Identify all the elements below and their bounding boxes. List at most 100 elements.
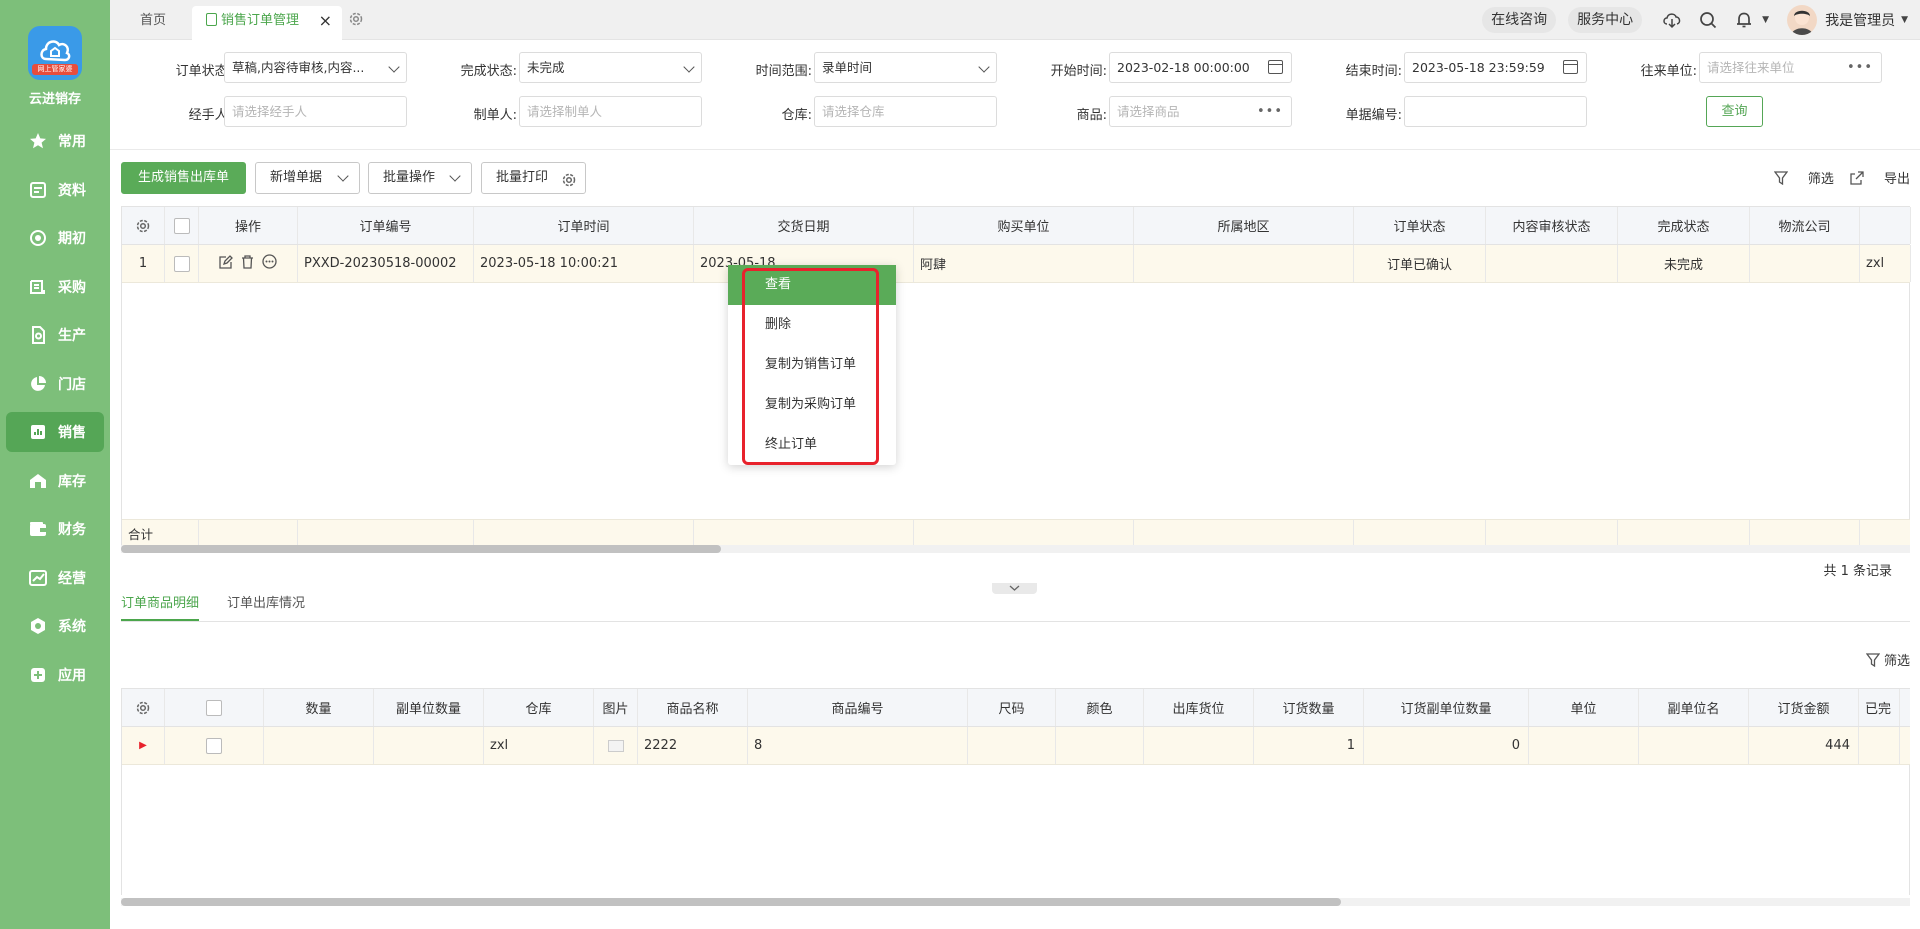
tab-home[interactable]: 首页 [140, 6, 166, 40]
query-button[interactable]: 查询 [1706, 96, 1763, 127]
header-buyer[interactable]: 购买单位 [914, 207, 1134, 244]
batch-print-button[interactable]: 批量打印 [481, 162, 586, 194]
edit-icon[interactable] [219, 254, 233, 273]
table-row[interactable]: 1 PXXD-20230518-00002 2023-05-18 10:00:2… [122, 245, 1911, 283]
print-settings-gear-icon[interactable] [561, 170, 577, 200]
header-completed[interactable]: 已完 [1859, 689, 1900, 726]
header-outbound-location[interactable]: 出库货位 [1144, 689, 1254, 726]
maker-input[interactable]: 请选择制单人 [519, 96, 702, 127]
detail-table-row[interactable]: ▶ zxl 2222 8 1 0 444 [122, 727, 1910, 765]
header-delivery-date[interactable]: 交货日期 [694, 207, 914, 244]
header-unit[interactable]: 单位 [1529, 689, 1639, 726]
more-options-icon[interactable] [262, 254, 277, 273]
sidebar-item-common[interactable]: 常用 [6, 121, 104, 161]
sidebar-item-store[interactable]: 门店 [6, 364, 104, 404]
cell-warehouse[interactable]: zxl [484, 727, 594, 764]
handler-input[interactable]: 请选择经手人 [224, 96, 407, 127]
cloud-download-icon[interactable] [1661, 9, 1683, 31]
calendar-icon[interactable] [1268, 60, 1283, 74]
generate-outbound-button[interactable]: 生成销售出库单 [121, 162, 246, 194]
new-bill-dropdown[interactable]: 新增单据 [255, 162, 360, 194]
tab-settings-gear-icon[interactable] [348, 9, 364, 43]
goods-input[interactable]: 请选择商品 ••• [1109, 96, 1292, 127]
header-order-time[interactable]: 订单时间 [474, 207, 694, 244]
header-region[interactable]: 所属地区 [1134, 207, 1354, 244]
detail-horizontal-scrollbar[interactable] [121, 898, 1910, 906]
header-color[interactable]: 颜色 [1056, 689, 1144, 726]
more-dots-icon[interactable]: ••• [1847, 53, 1873, 82]
header-audit-status[interactable]: 内容审核状态 [1486, 207, 1618, 244]
sidebar-item-data[interactable]: 资料 [6, 170, 104, 210]
select-all-checkbox[interactable] [165, 207, 199, 244]
calendar-icon[interactable] [1563, 60, 1578, 74]
search-icon[interactable] [1697, 9, 1719, 31]
start-time-input[interactable]: 2023-02-18 00:00:00 [1109, 52, 1292, 83]
scrollbar-thumb[interactable] [121, 898, 1341, 906]
bill-no-input[interactable] [1404, 96, 1587, 127]
checkbox[interactable] [206, 699, 222, 716]
header-warehouse[interactable]: 仓库 [484, 689, 594, 726]
sidebar-item-sales[interactable]: 销售 [6, 412, 104, 452]
image-placeholder-icon[interactable] [594, 727, 638, 764]
sidebar-item-production[interactable]: 生产 [6, 315, 104, 355]
partner-input[interactable]: 请选择往来单位 ••• [1699, 52, 1882, 83]
column-settings-gear-icon[interactable] [122, 207, 165, 244]
header-order-status[interactable]: 订单状态 [1354, 207, 1486, 244]
table-horizontal-scrollbar[interactable] [121, 545, 1910, 553]
sidebar-item-opening[interactable]: 期初 [6, 218, 104, 258]
bell-icon[interactable] [1733, 9, 1755, 31]
user-name[interactable]: 我是管理员 [1825, 10, 1895, 30]
app-logo[interactable]: 网上管家婆 云进销存 [0, 26, 110, 107]
sidebar-item-finance[interactable]: 财务 [6, 509, 104, 549]
close-icon[interactable]: × [319, 6, 332, 36]
sidebar-item-operation[interactable]: 经营 [6, 558, 104, 598]
detail-column-settings-gear-icon[interactable] [122, 689, 165, 726]
sidebar-item-purchase[interactable]: 采购 [6, 267, 104, 307]
checkbox[interactable] [173, 217, 190, 234]
tab-order-outbound[interactable]: 订单出库情况 [227, 592, 305, 619]
cell-quantity[interactable] [264, 727, 374, 764]
header-order-amount[interactable]: 订货金额 [1749, 689, 1859, 726]
detail-filter-button[interactable]: 筛选 [1865, 650, 1910, 669]
scrollbar-thumb[interactable] [121, 545, 721, 553]
cell-outbound-location[interactable] [1144, 727, 1254, 764]
header-goods-name[interactable]: 商品名称 [638, 689, 748, 726]
header-sub-unit-name[interactable]: 副单位名 [1639, 689, 1749, 726]
detail-select-all-checkbox[interactable] [165, 689, 264, 726]
cell-sub-unit-quantity[interactable] [374, 727, 484, 764]
detail-row-checkbox[interactable] [165, 727, 264, 764]
cell-order-no[interactable]: PXXD-20230518-00002 [298, 245, 474, 282]
tab-order-goods-detail[interactable]: 订单商品明细 [121, 592, 200, 621]
complete-status-select[interactable]: 未完成 [519, 52, 702, 83]
online-consult-button[interactable]: 在线咨询 [1482, 7, 1557, 33]
time-range-select[interactable]: 录单时间 [814, 52, 997, 83]
header-complete-status[interactable]: 完成状态 [1618, 207, 1750, 244]
export-button[interactable]: 导出 [1850, 168, 1910, 187]
header-size[interactable]: 尺码 [968, 689, 1056, 726]
batch-operation-dropdown[interactable]: 批量操作 [368, 162, 472, 194]
checkbox[interactable] [173, 255, 190, 272]
avatar[interactable] [1787, 5, 1818, 35]
filter-button[interactable]: 筛选 [1773, 168, 1834, 187]
service-center-button[interactable]: 服务中心 [1568, 7, 1643, 33]
header-order-sub-quantity[interactable]: 订货副单位数量 [1364, 689, 1529, 726]
header-logistics[interactable]: 物流公司 [1750, 207, 1860, 244]
header-quantity[interactable]: 数量 [264, 689, 374, 726]
end-time-input[interactable]: 2023-05-18 23:59:59 [1404, 52, 1587, 83]
header-order-quantity[interactable]: 订货数量 [1254, 689, 1364, 726]
header-goods-code[interactable]: 商品编号 [748, 689, 968, 726]
trash-icon[interactable] [241, 254, 254, 273]
checkbox[interactable] [206, 737, 222, 754]
sidebar-item-system[interactable]: 系统 [6, 606, 104, 646]
tab-sales-order-management[interactable]: 销售订单管理 × [192, 6, 342, 40]
warehouse-input[interactable]: 请选择仓库 [814, 96, 997, 127]
header-sub-unit-quantity[interactable]: 副单位数量 [374, 689, 484, 726]
row-checkbox[interactable] [165, 245, 199, 282]
bell-chevron-down-icon[interactable]: ▼ [1762, 15, 1769, 25]
sidebar-item-apps[interactable]: 应用 [6, 655, 104, 695]
sidebar-item-inventory[interactable]: 库存 [6, 461, 104, 501]
more-dots-icon[interactable]: ••• [1257, 97, 1283, 126]
user-chevron-down-icon[interactable]: ▼ [1901, 15, 1908, 25]
order-status-select[interactable]: 草稿,内容待审核,内容... [224, 52, 407, 83]
header-order-no[interactable]: 订单编号 [298, 207, 474, 244]
